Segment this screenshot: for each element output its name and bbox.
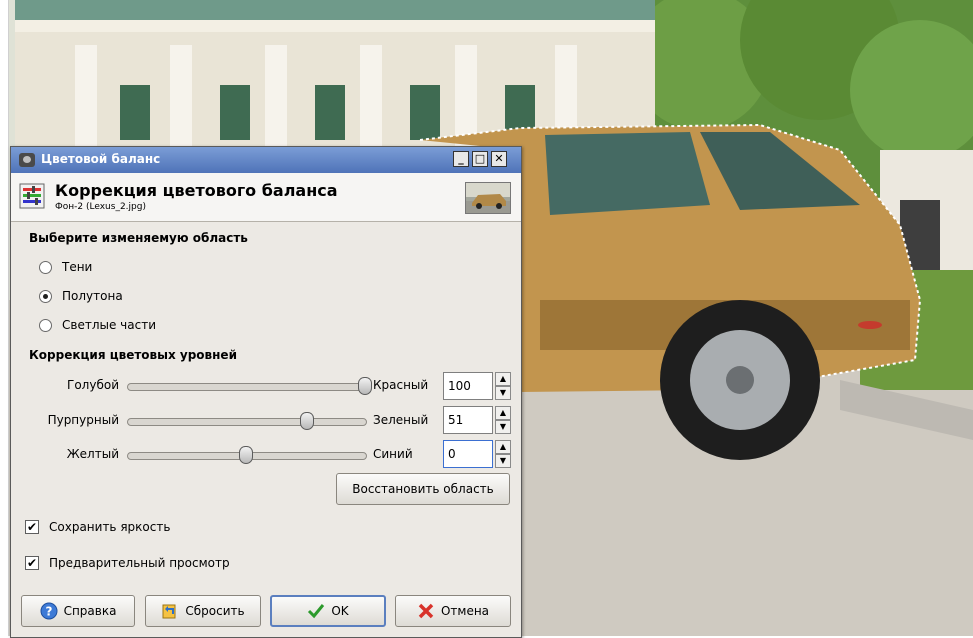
cyan-red-decrement[interactable]: ▼ xyxy=(495,386,511,400)
image-thumbnail xyxy=(465,182,511,214)
levels-section-label: Коррекция цветовых уровней xyxy=(29,348,237,362)
yellow-blue-decrement[interactable]: ▼ xyxy=(495,454,511,468)
cyan-red-slider-handle[interactable] xyxy=(358,377,372,395)
dialog-title: Цветовой баланс xyxy=(41,152,161,166)
radio-shadows-label[interactable]: Тени xyxy=(62,260,92,274)
ok-check-icon xyxy=(308,604,325,619)
radio-highlights-label[interactable]: Светлые части xyxy=(62,318,156,332)
preserve-luminosity-checkbox[interactable]: ✔ xyxy=(25,520,39,534)
help-icon: ? xyxy=(40,602,58,620)
blue-label: Синий xyxy=(373,447,413,461)
preserve-luminosity-label[interactable]: Сохранить яркость xyxy=(49,520,170,534)
magenta-green-slider[interactable] xyxy=(127,418,367,426)
yellow-blue-increment[interactable]: ▲ xyxy=(495,440,511,454)
help-label: Справка xyxy=(63,604,117,618)
help-button[interactable]: ? Справка xyxy=(21,595,135,627)
minimize-button[interactable]: _ xyxy=(453,151,469,167)
radio-shadows[interactable] xyxy=(39,261,52,274)
reset-range-button[interactable]: Восстановить область xyxy=(336,473,510,505)
yellow-blue-slider-handle[interactable] xyxy=(239,446,253,464)
close-button[interactable]: ✕ xyxy=(491,151,507,167)
cancel-x-icon xyxy=(418,603,434,619)
magenta-green-decrement[interactable]: ▼ xyxy=(495,420,511,434)
yellow-blue-value-input[interactable] xyxy=(443,440,493,468)
radio-midtones[interactable] xyxy=(39,290,52,303)
window-edge xyxy=(0,0,9,636)
ok-label: OK xyxy=(331,604,349,618)
cyan-red-value-input[interactable] xyxy=(443,372,493,400)
reset-range-label: Восстановить область xyxy=(352,482,494,496)
cancel-button[interactable]: Отмена xyxy=(395,595,511,627)
reset-icon xyxy=(162,604,176,619)
yellow-blue-spinbox[interactable]: ▲ ▼ xyxy=(443,440,511,468)
cyan-red-increment[interactable]: ▲ xyxy=(495,372,511,386)
magenta-green-spinbox[interactable]: ▲ ▼ xyxy=(443,406,511,434)
green-label: Зеленый xyxy=(373,413,429,427)
reset-button[interactable]: Сбросить xyxy=(145,595,261,627)
image-name: Фон-2 (Lexus_2.jpg) xyxy=(55,202,146,212)
color-balance-icon xyxy=(19,183,45,209)
svg-text:?: ? xyxy=(45,605,52,619)
radio-highlights[interactable] xyxy=(39,319,52,332)
cyan-red-spinbox[interactable]: ▲ ▼ xyxy=(443,372,511,400)
maximize-button[interactable]: □ xyxy=(472,151,488,167)
radio-midtones-label[interactable]: Полутона xyxy=(62,289,123,303)
dialog-heading: Коррекция цветового баланса xyxy=(55,181,338,200)
yellow-label: Желтый xyxy=(66,447,119,461)
cancel-label: Отмена xyxy=(440,604,490,618)
cyan-label: Голубой xyxy=(67,378,119,392)
magenta-green-value-input[interactable] xyxy=(443,406,493,434)
cyan-red-slider[interactable] xyxy=(127,383,367,391)
titlebar[interactable]: Цветовой баланс _ □ ✕ xyxy=(11,147,521,173)
preview-label[interactable]: Предварительный просмотр xyxy=(49,556,230,570)
magenta-label: Пурпурный xyxy=(47,413,119,427)
reset-label: Сбросить xyxy=(185,604,245,618)
preview-checkbox[interactable]: ✔ xyxy=(25,556,39,570)
red-label: Красный xyxy=(373,378,429,392)
magenta-green-increment[interactable]: ▲ xyxy=(495,406,511,420)
dialog-header: Коррекция цветового баланса Фон-2 (Lexus… xyxy=(11,173,521,222)
color-balance-dialog: Цветовой баланс _ □ ✕ Коррекция цветовог… xyxy=(10,146,522,638)
range-section-label: Выберите изменяемую область xyxy=(29,231,248,245)
ok-button[interactable]: OK xyxy=(270,595,386,627)
magenta-green-slider-handle[interactable] xyxy=(299,412,314,430)
app-icon xyxy=(19,153,35,167)
